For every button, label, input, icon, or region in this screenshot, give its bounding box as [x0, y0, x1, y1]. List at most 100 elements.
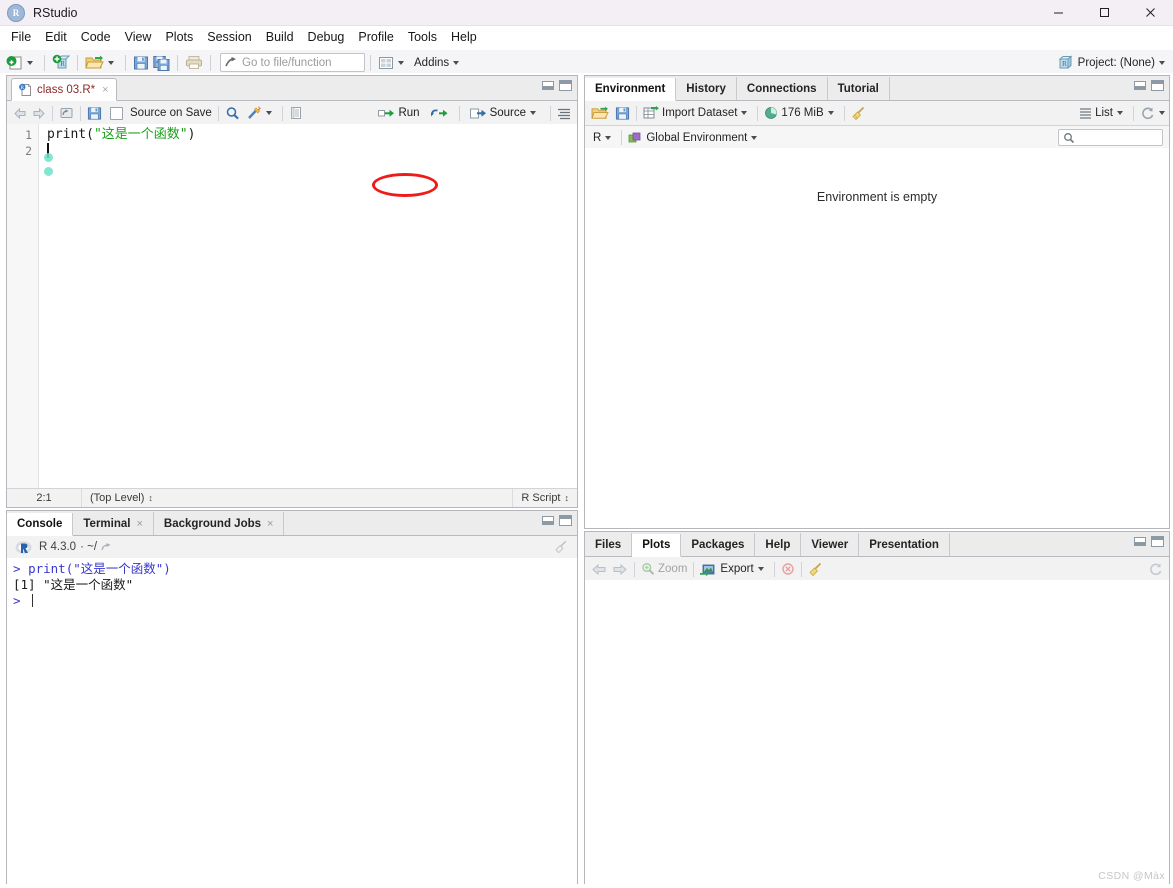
back-arrow-icon[interactable] — [591, 563, 608, 576]
window-close-button[interactable] — [1127, 0, 1173, 25]
print-button[interactable] — [183, 53, 205, 73]
environment-minimize-icon[interactable] — [1134, 81, 1146, 90]
export-button[interactable]: Export — [700, 562, 767, 576]
files-minimize-icon[interactable] — [1134, 537, 1146, 546]
back-arrow-icon[interactable] — [13, 107, 28, 120]
menu-plots[interactable]: Plots — [158, 27, 200, 48]
tab-files[interactable]: Files — [585, 533, 633, 556]
tab-console[interactable]: Console — [7, 513, 74, 536]
source-tab-close-icon[interactable]: × — [102, 84, 108, 96]
language-selector-label[interactable]: R — [593, 132, 601, 144]
menu-help[interactable]: Help — [444, 27, 484, 48]
open-file-caret-icon[interactable] — [108, 60, 114, 65]
new-file-button[interactable] — [4, 53, 39, 73]
menu-view[interactable]: View — [118, 27, 159, 48]
code-tools-icon[interactable] — [246, 105, 262, 121]
import-dataset-caret-icon[interactable] — [741, 111, 748, 115]
console-minimize-icon[interactable] — [542, 516, 554, 525]
export-caret-icon[interactable] — [757, 567, 764, 571]
menu-code[interactable]: Code — [74, 27, 118, 48]
addins-caret-icon[interactable] — [453, 60, 460, 65]
global-environment-label[interactable]: Global Environment — [646, 132, 747, 144]
zoom-button[interactable]: Zoom — [641, 562, 687, 576]
environment-search-input[interactable] — [1058, 129, 1163, 146]
source-minimize-icon[interactable] — [542, 81, 554, 90]
memory-usage-button[interactable]: 176 MiB — [764, 106, 837, 120]
run-button[interactable]: Run — [374, 104, 423, 123]
broom-clear-icon[interactable] — [851, 106, 867, 121]
tab-tutorial[interactable]: Tutorial — [828, 77, 890, 100]
save-all-button[interactable] — [151, 53, 172, 73]
tab-history[interactable]: History — [676, 77, 737, 100]
files-maximize-icon[interactable] — [1151, 536, 1164, 547]
menu-edit[interactable]: Edit — [38, 27, 74, 48]
view-mode-caret-icon[interactable] — [1117, 111, 1123, 115]
tab-connections[interactable]: Connections — [737, 77, 828, 100]
memory-caret-icon[interactable] — [827, 111, 834, 115]
tab-help[interactable]: Help — [755, 533, 802, 556]
refresh-caret-icon[interactable] — [1159, 111, 1165, 115]
save-workspace-icon[interactable] — [615, 106, 630, 121]
environment-maximize-icon[interactable] — [1151, 80, 1164, 91]
code-editor[interactable]: 1 2 print("这是一个函数") — [7, 124, 577, 488]
refresh-icon[interactable] — [1148, 562, 1163, 577]
source-caret-icon[interactable] — [530, 111, 536, 115]
source-button[interactable]: Source — [466, 104, 544, 123]
menu-tools[interactable]: Tools — [401, 27, 444, 48]
console-output[interactable]: > print("这是一个函数") [1] "这是一个函数" > — [7, 558, 577, 885]
document-outline-icon[interactable] — [557, 107, 571, 120]
project-selector[interactable]: R Project: (None) — [1057, 50, 1169, 75]
window-maximize-button[interactable] — [1081, 0, 1127, 25]
menu-file[interactable]: File — [4, 27, 38, 48]
new-file-caret-icon[interactable] — [27, 60, 33, 65]
menu-profile[interactable]: Profile — [351, 27, 400, 48]
source-tab-class-03[interactable]: R class 03.R* × — [11, 78, 117, 101]
clear-all-plots-icon[interactable] — [808, 562, 824, 577]
source-on-save-checkbox[interactable]: Source on Save — [110, 106, 212, 120]
language-caret-icon[interactable] — [605, 135, 612, 140]
forward-arrow-icon[interactable] — [611, 563, 628, 576]
menu-session[interactable]: Session — [200, 27, 258, 48]
tab-background-jobs[interactable]: Background Jobs × — [154, 512, 285, 535]
open-file-button[interactable] — [83, 53, 120, 73]
tab-viewer[interactable]: Viewer — [801, 533, 860, 556]
load-workspace-icon[interactable] — [591, 105, 609, 121]
tab-plots[interactable]: Plots — [632, 534, 682, 557]
compile-report-icon[interactable] — [289, 106, 303, 120]
tab-presentation[interactable]: Presentation — [859, 533, 950, 556]
save-icon[interactable] — [87, 106, 102, 121]
scope-selector[interactable]: (Top Level) ↕ — [82, 489, 161, 507]
import-dataset-button[interactable]: Import Dataset — [643, 106, 751, 120]
new-project-button[interactable]: R — [50, 53, 72, 73]
tab-background-jobs-close-icon[interactable]: × — [267, 518, 273, 530]
console-clear-icon[interactable] — [554, 540, 569, 554]
forward-arrow-icon[interactable] — [31, 107, 46, 120]
refresh-icon[interactable] — [1140, 106, 1155, 121]
rerun-icon[interactable] — [430, 107, 449, 120]
file-type-selector[interactable]: R Script ↕ — [513, 489, 577, 507]
pane-layout-caret-icon[interactable] — [398, 60, 404, 65]
code-tools-caret-icon[interactable] — [265, 111, 272, 115]
console-maximize-icon[interactable] — [559, 515, 572, 526]
menu-build[interactable]: Build — [259, 27, 301, 48]
console-popout-icon[interactable] — [101, 542, 114, 553]
project-caret-icon[interactable] — [1159, 60, 1165, 65]
window-minimize-button[interactable] — [1035, 0, 1081, 25]
tab-terminal-close-icon[interactable]: × — [136, 518, 142, 530]
view-mode-button[interactable]: List — [1079, 107, 1127, 119]
show-in-new-window-icon[interactable] — [59, 106, 74, 120]
pane-layout-button[interactable] — [376, 53, 410, 73]
save-button[interactable] — [131, 53, 151, 73]
find-icon[interactable] — [225, 106, 240, 121]
tab-packages[interactable]: Packages — [681, 533, 756, 556]
source-maximize-icon[interactable] — [559, 80, 572, 91]
addins-button[interactable]: Addins — [410, 53, 465, 73]
goto-file-function-input[interactable]: Go to file/function — [220, 53, 365, 72]
remove-plot-icon[interactable] — [781, 562, 795, 576]
editor-content[interactable]: print("这是一个函数") — [39, 124, 577, 488]
tab-terminal[interactable]: Terminal × — [73, 512, 154, 535]
files-pane-minmax — [1134, 536, 1164, 547]
menu-debug[interactable]: Debug — [301, 27, 352, 48]
global-environment-caret-icon[interactable] — [751, 135, 758, 140]
tab-environment[interactable]: Environment — [585, 78, 677, 101]
